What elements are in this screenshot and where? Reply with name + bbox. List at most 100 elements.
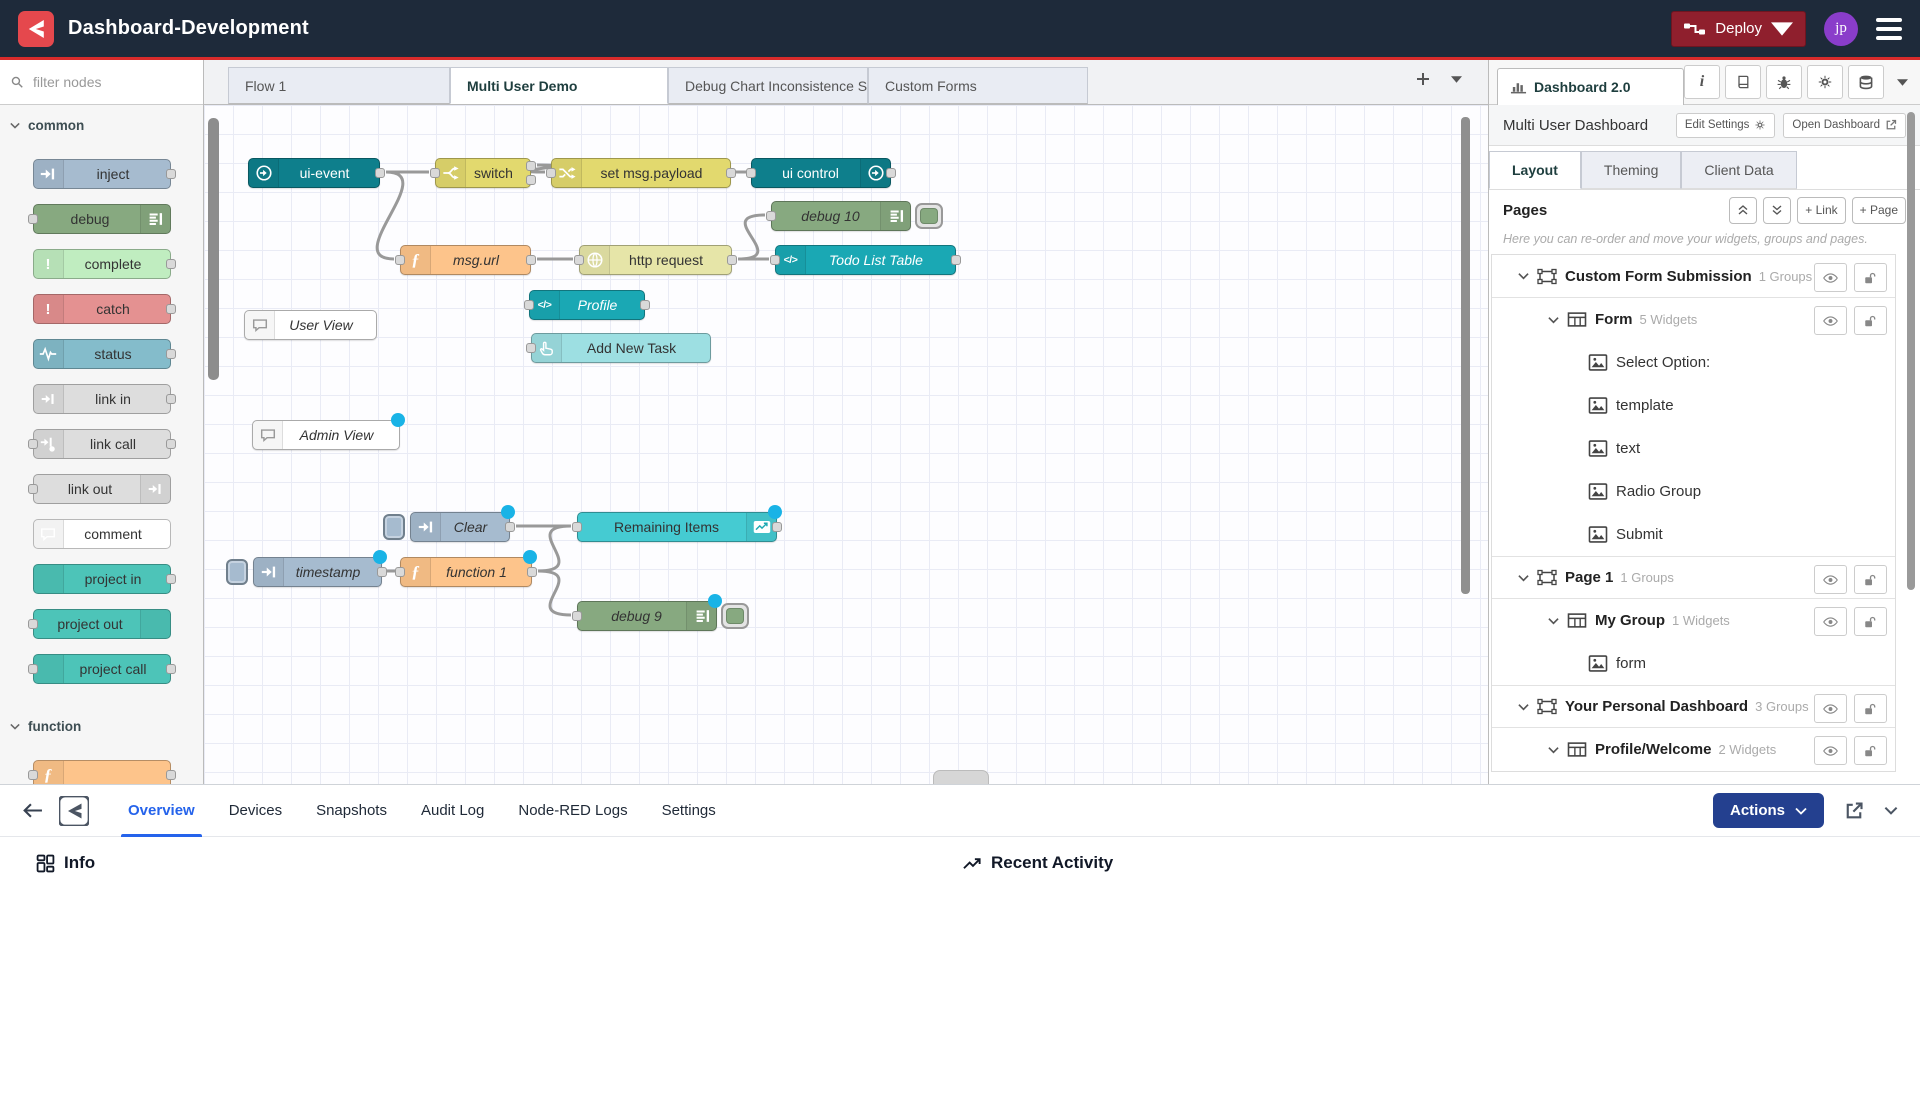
- node-output-port[interactable]: [377, 567, 387, 577]
- flow-node-clear[interactable]: Clear: [410, 512, 510, 542]
- node-output-port[interactable]: [166, 259, 176, 269]
- node-input-port[interactable]: [430, 168, 440, 178]
- node-output-port[interactable]: [375, 168, 385, 178]
- instance-tab-devices[interactable]: Devices: [212, 785, 299, 837]
- node-output-port[interactable]: [772, 522, 782, 532]
- deploy-button[interactable]: Deploy: [1671, 11, 1806, 47]
- node-output-port[interactable]: [166, 304, 176, 314]
- open-editor-icon[interactable]: [1844, 801, 1864, 821]
- flow-canvas[interactable]: ui-eventswitchset msg.payloadui controld…: [204, 105, 1488, 784]
- palette-node-inject[interactable]: inject: [33, 159, 171, 189]
- palette-scrollbar[interactable]: [208, 118, 219, 380]
- node-input-port[interactable]: [526, 343, 536, 353]
- search-input[interactable]: [31, 73, 185, 91]
- lock-toggle-button[interactable]: [1854, 565, 1887, 594]
- node-output-port[interactable]: [886, 168, 896, 178]
- visibility-toggle-button[interactable]: [1814, 694, 1847, 723]
- node-output-port[interactable]: [726, 168, 736, 178]
- debug-toggle-button[interactable]: [915, 203, 943, 229]
- tree-item-text[interactable]: text: [1492, 427, 1895, 470]
- flow-node-ui-event[interactable]: ui-event: [248, 158, 380, 188]
- palette-node-catch[interactable]: !catch: [33, 294, 171, 324]
- palette-node-link-call[interactable]: link call: [33, 429, 171, 459]
- tree-item-my-group[interactable]: My Group1 Widgets: [1492, 599, 1895, 642]
- flow-node-add-new-task[interactable]: Add New Task: [531, 333, 711, 363]
- actions-button[interactable]: Actions: [1713, 793, 1824, 828]
- chevron-down-icon[interactable]: [1548, 316, 1559, 324]
- flow-wire[interactable]: [538, 571, 571, 615]
- chevron-down-icon[interactable]: [1548, 746, 1559, 754]
- node-output-port[interactable]: [166, 770, 176, 780]
- sidebar-tab-client-data[interactable]: Client Data: [1681, 151, 1796, 189]
- lock-toggle-button[interactable]: [1854, 694, 1887, 723]
- sidebar-tab-layout[interactable]: Layout: [1489, 151, 1581, 189]
- node-output-port[interactable]: [166, 574, 176, 584]
- palette-section-header[interactable]: function: [0, 706, 203, 745]
- flow-node-set-msg-payload[interactable]: set msg.payload: [551, 158, 731, 188]
- node-output-port[interactable]: [526, 161, 536, 171]
- palette-node-status[interactable]: status: [33, 339, 171, 369]
- back-arrow-icon[interactable]: [22, 802, 43, 819]
- sidebar-scrollbar[interactable]: [1907, 112, 1915, 590]
- palette-node-link-in[interactable]: link in: [33, 384, 171, 414]
- node-input-port[interactable]: [28, 214, 38, 224]
- node-input-port[interactable]: [766, 211, 776, 221]
- tree-item-select-option[interactable]: Select Option:: [1492, 341, 1895, 384]
- node-input-port[interactable]: [572, 611, 582, 621]
- flowfuse-logo-icon[interactable]: [18, 11, 54, 47]
- visibility-toggle-button[interactable]: [1814, 607, 1847, 636]
- node-input-port[interactable]: [574, 255, 584, 265]
- palette-node-comment[interactable]: comment: [33, 519, 171, 549]
- palette-node-node[interactable]: ƒ: [33, 760, 171, 784]
- visibility-toggle-button[interactable]: [1814, 736, 1847, 765]
- node-input-port[interactable]: [28, 770, 38, 780]
- palette-search[interactable]: [0, 60, 203, 105]
- flow-node-todo-list-table[interactable]: </>Todo List Table: [775, 245, 956, 275]
- instance-tab-overview[interactable]: Overview: [111, 785, 212, 837]
- flow-node-ui-control[interactable]: ui control: [751, 158, 891, 188]
- tree-item-form[interactable]: form: [1492, 642, 1895, 685]
- lock-toggle-button[interactable]: [1854, 607, 1887, 636]
- node-output-port[interactable]: [727, 255, 737, 265]
- node-input-port[interactable]: [524, 300, 534, 310]
- node-input-port[interactable]: [746, 168, 756, 178]
- hamburger-menu-icon[interactable]: [1876, 18, 1902, 40]
- instance-tab-snapshots[interactable]: Snapshots: [299, 785, 404, 837]
- node-output-port[interactable]: [166, 439, 176, 449]
- tree-item-radio-group[interactable]: Radio Group: [1492, 470, 1895, 513]
- flow-wire[interactable]: [738, 215, 765, 259]
- flow-tab-multi-user-demo[interactable]: Multi User Demo: [450, 67, 668, 104]
- canvas-scrollbar[interactable]: [1461, 117, 1470, 594]
- node-output-port[interactable]: [526, 255, 536, 265]
- node-output-port[interactable]: [640, 300, 650, 310]
- open-dashboard-button[interactable]: Open Dashboard: [1783, 113, 1906, 138]
- node-output-port[interactable]: [166, 349, 176, 359]
- instance-tab-node-red-logs[interactable]: Node-RED Logs: [501, 785, 644, 837]
- palette-node-project-in[interactable]: project in: [33, 564, 171, 594]
- palette-node-debug[interactable]: debug: [33, 204, 171, 234]
- debug-tab-button[interactable]: [1766, 65, 1802, 99]
- deploy-caret-icon[interactable]: [1771, 21, 1793, 37]
- debug-toggle-button[interactable]: [721, 603, 749, 629]
- node-output-port[interactable]: [166, 394, 176, 404]
- flow-list-caret-icon[interactable]: [1451, 76, 1462, 83]
- collapse-panel-icon[interactable]: [1884, 806, 1898, 815]
- visibility-toggle-button[interactable]: [1814, 263, 1847, 292]
- expand-all-button[interactable]: [1763, 197, 1791, 224]
- tree-item-your-personal-dashboard[interactable]: Your Personal Dashboard3 Groups: [1492, 685, 1895, 728]
- flow-node-profile[interactable]: </>Profile: [529, 290, 645, 320]
- tree-item-form[interactable]: Form5 Widgets: [1492, 298, 1895, 341]
- flowfuse-gray-logo-icon[interactable]: [59, 796, 89, 826]
- lock-toggle-button[interactable]: [1854, 263, 1887, 292]
- collapse-all-button[interactable]: [1729, 197, 1757, 224]
- chevron-down-icon[interactable]: [1548, 617, 1559, 625]
- node-input-port[interactable]: [395, 567, 405, 577]
- node-output-port[interactable]: [505, 522, 515, 532]
- flow-wire[interactable]: [377, 172, 403, 259]
- canvas-resize-handle[interactable]: [933, 770, 989, 784]
- palette-node-link-out[interactable]: link out: [33, 474, 171, 504]
- node-input-port[interactable]: [546, 168, 556, 178]
- chevron-down-icon[interactable]: [1518, 272, 1529, 280]
- sidebar-tab-theming[interactable]: Theming: [1581, 151, 1681, 189]
- palette-node-project-out[interactable]: project out: [33, 609, 171, 639]
